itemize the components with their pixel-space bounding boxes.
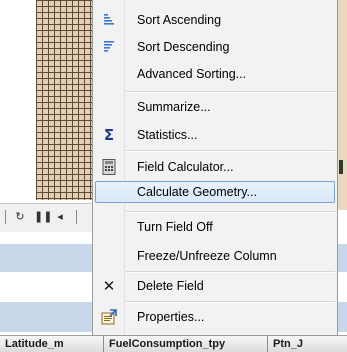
table-row[interactable]: [0, 272, 92, 302]
menu-item-label: Sort Descending: [137, 40, 230, 54]
menu-item-delete-field[interactable]: ✕ Delete Field: [95, 275, 335, 297]
column-header-latitude[interactable]: Latitude_m: [0, 336, 104, 352]
menu-item-summarize[interactable]: Summarize...: [95, 96, 335, 118]
menu-item-label: Properties...: [137, 310, 205, 324]
menu-item-sort-ascending[interactable]: Sort Ascending: [95, 9, 335, 31]
toolbar-separator: [5, 210, 6, 224]
selected-row[interactable]: [0, 302, 92, 332]
column-header-fuelconsumption[interactable]: FuelConsumption_tpy: [104, 336, 268, 352]
menu-item-properties[interactable]: Properties...: [95, 306, 335, 328]
menu-item-advanced-sorting[interactable]: Advanced Sorting...: [95, 63, 335, 85]
menu-item-label: Field Calculator...: [137, 160, 234, 174]
table-header: Latitude_m FuelConsumption_tpy Ptn_J: [0, 335, 347, 352]
refresh-icon[interactable]: ↻: [14, 210, 26, 224]
menu-item-label: Summarize...: [137, 100, 211, 114]
menu-item-field-calculator[interactable]: Field Calculator...: [95, 156, 335, 178]
menu-separator-highlight: [126, 212, 335, 213]
menu-item-label: Advanced Sorting...: [137, 67, 247, 81]
delete-x-icon: ✕: [102, 277, 116, 295]
menu-item-label: Sort Ascending: [137, 13, 222, 27]
sort-ascending-icon: [101, 12, 117, 28]
menu-item-calculate-geometry[interactable]: Calculate Geometry...: [95, 181, 335, 203]
table-toolbar: ↻ ❚❚ ◂: [0, 203, 92, 232]
first-record-icon[interactable]: ◂: [54, 210, 66, 224]
menu-item-label: Delete Field: [137, 279, 204, 293]
column-header-ptn[interactable]: Ptn_J: [268, 336, 347, 352]
field-context-menu: Sort Ascending Sort Descending Advanced …: [92, 0, 338, 336]
sigma-icon: Σ: [103, 126, 115, 144]
toolbar-separator: [76, 210, 77, 224]
menu-separator-highlight: [126, 151, 335, 152]
menu-item-freeze-column[interactable]: Freeze/Unfreeze Column: [95, 245, 335, 267]
map-grid-pattern: [36, 0, 96, 200]
map-feature: [339, 160, 343, 174]
selected-row-edge: [338, 302, 347, 332]
menu-item-statistics[interactable]: Σ Statistics...: [95, 124, 335, 146]
menu-item-label: Turn Field Off: [137, 220, 213, 234]
map-view: [0, 0, 100, 200]
calculator-icon: [101, 159, 117, 175]
menu-item-sort-descending[interactable]: Sort Descending: [95, 36, 335, 58]
properties-icon: [101, 309, 117, 325]
menu-separator-highlight: [126, 302, 335, 303]
menu-item-label: Statistics...: [137, 128, 198, 142]
menu-item-label: Freeze/Unfreeze Column: [137, 249, 277, 263]
menu-item-label: Calculate Geometry...: [137, 185, 257, 199]
menu-separator-highlight: [126, 92, 335, 93]
menu-separator-highlight: [126, 272, 335, 273]
map-view-edge: [338, 0, 347, 210]
pause-icon[interactable]: ❚❚: [34, 210, 52, 224]
selected-row-edge: [338, 244, 347, 272]
sort-descending-icon: [101, 39, 117, 55]
selected-row[interactable]: [0, 244, 92, 272]
menu-item-turn-field-off[interactable]: Turn Field Off: [95, 216, 335, 238]
